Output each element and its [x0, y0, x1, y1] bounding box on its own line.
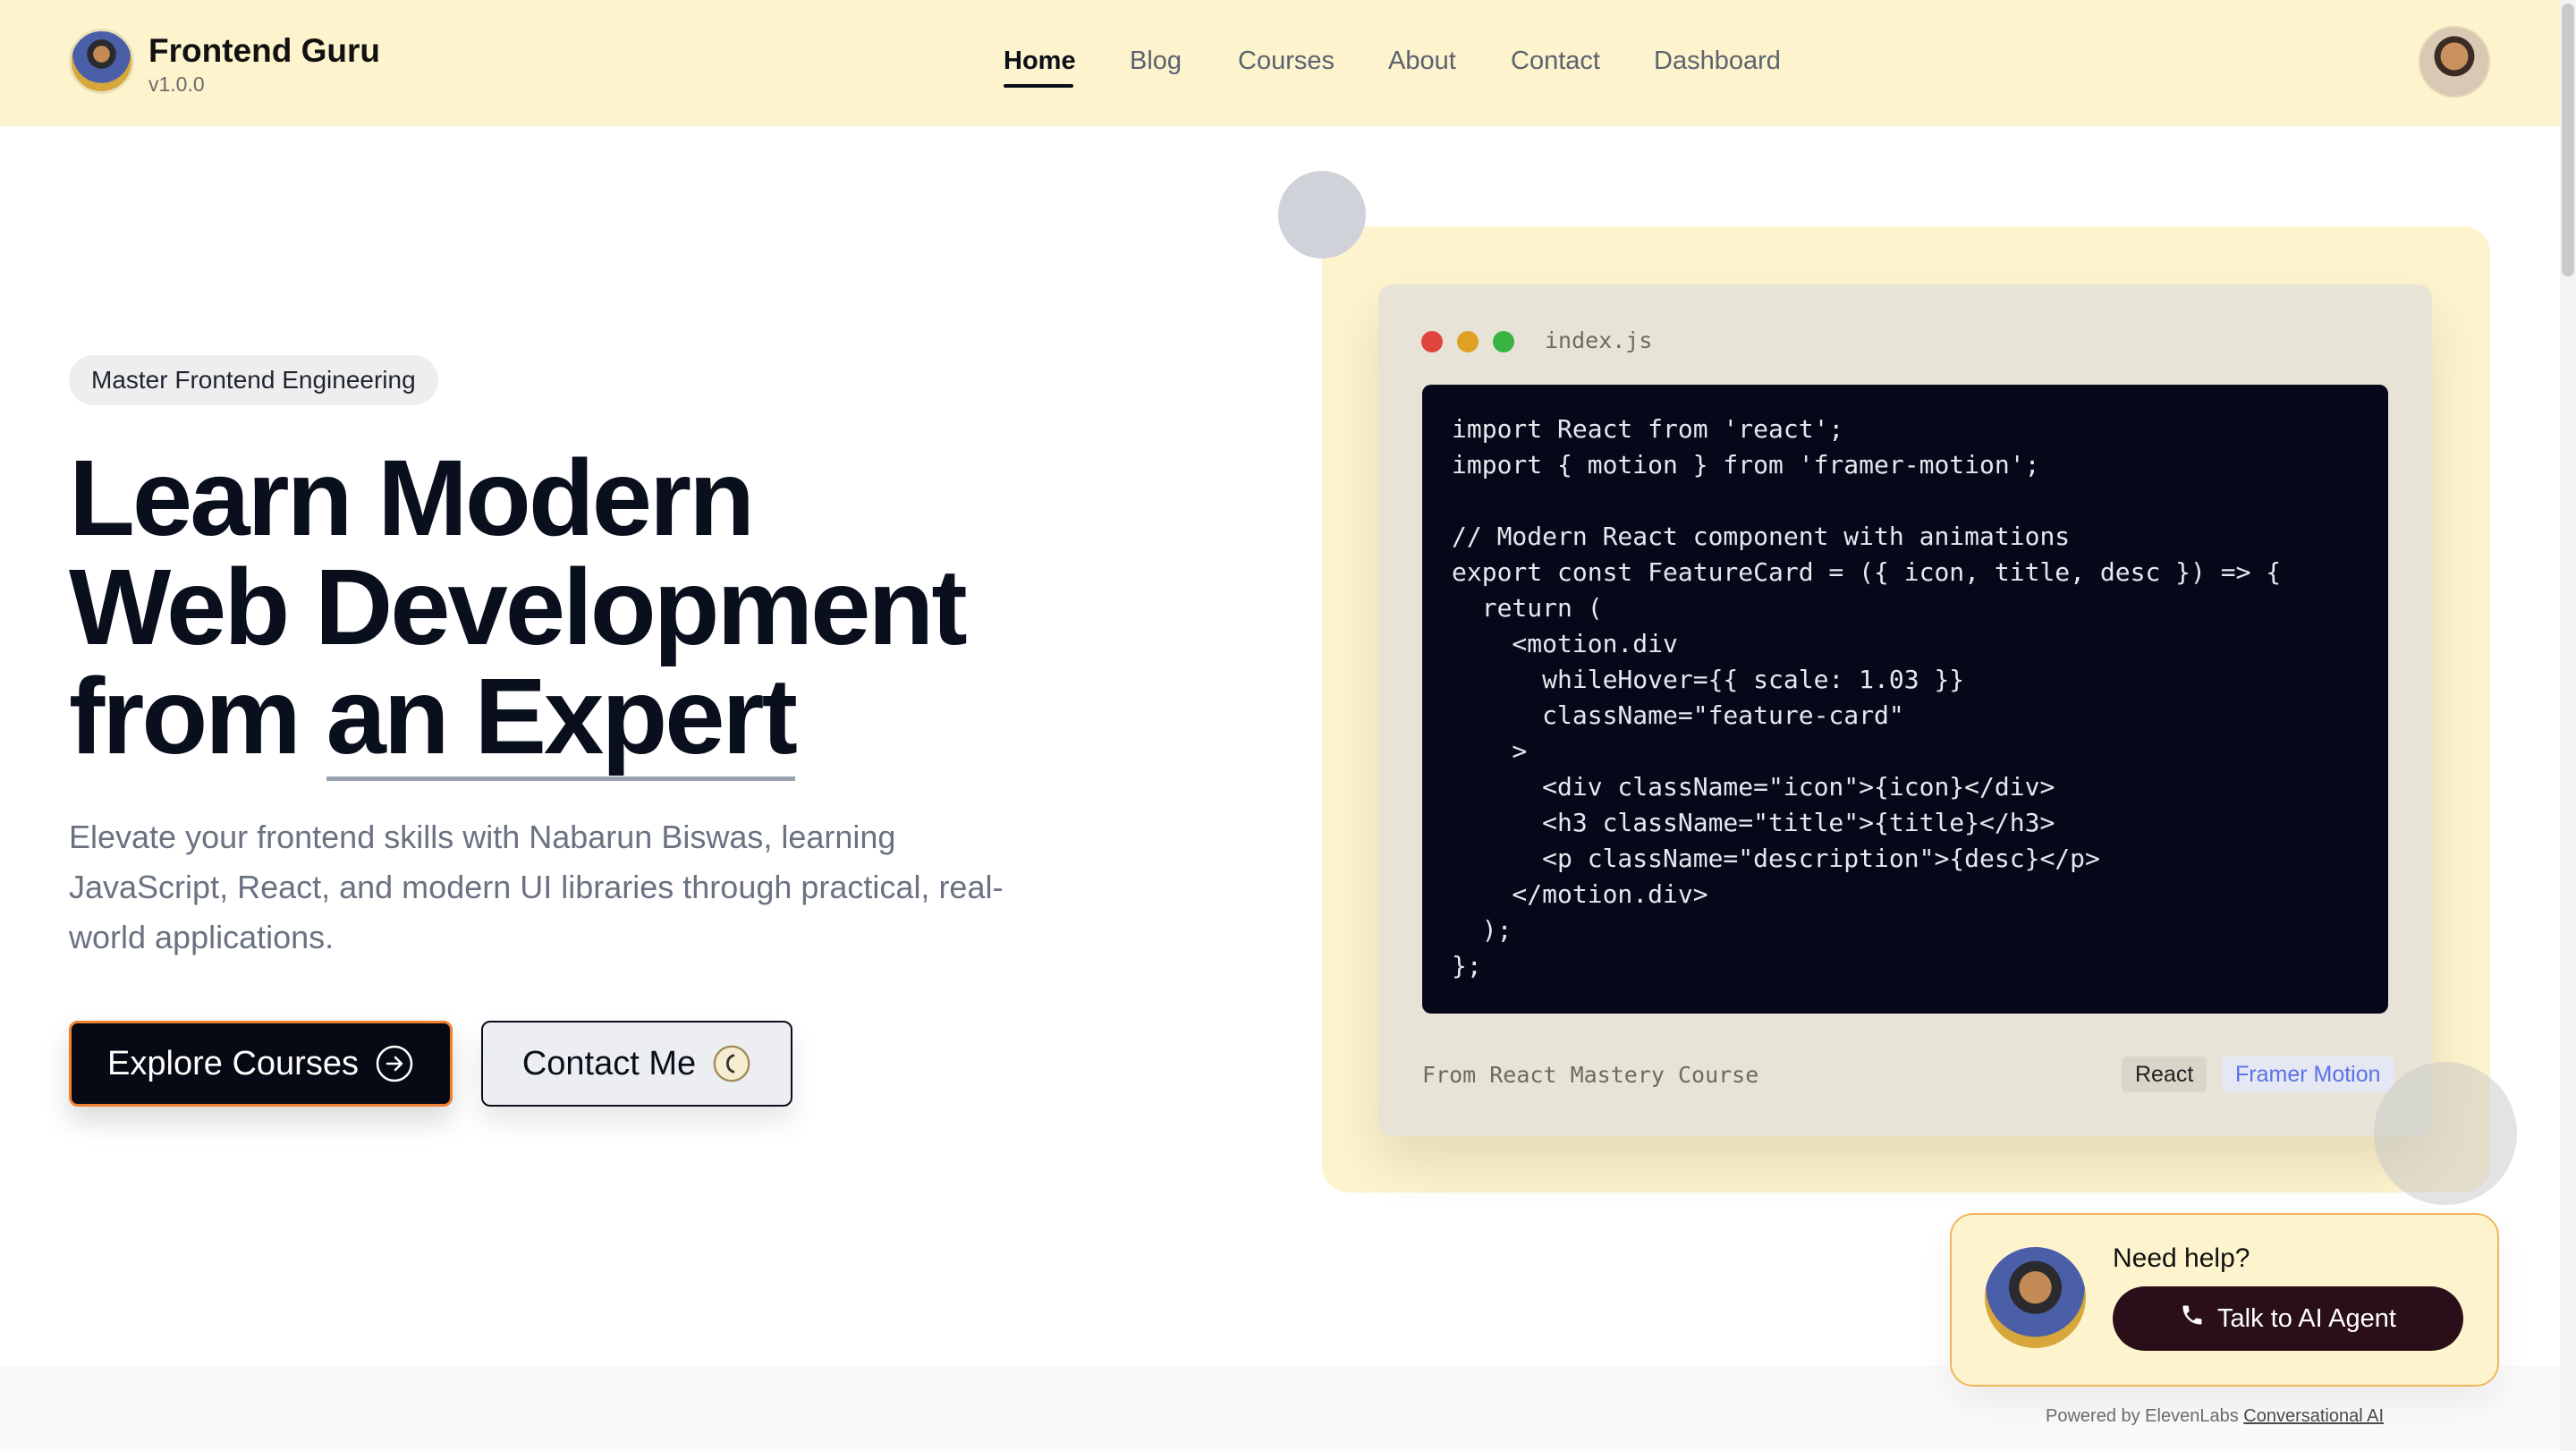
tag-framer-motion: Framer Motion: [2222, 1056, 2394, 1092]
headline-highlight: an Expert: [326, 655, 798, 781]
hero-headline: Learn Modern Web Development from an Exp…: [69, 437, 968, 781]
contact-me-button[interactable]: Contact Me: [481, 1021, 792, 1107]
tag-react: React: [2122, 1056, 2207, 1092]
window-minimize-dot-icon: [1457, 331, 1479, 352]
brand-version: v1.0.0: [148, 72, 205, 96]
window-close-dot-icon: [1421, 331, 1443, 352]
nav-active-indicator: [1004, 84, 1073, 88]
window-maximize-dot-icon: [1493, 331, 1514, 352]
phone-icon: [2180, 1303, 2205, 1335]
explore-courses-button[interactable]: Explore Courses: [69, 1021, 453, 1107]
help-title: Need help?: [2113, 1243, 2250, 1273]
nav-item-home[interactable]: Home: [1004, 47, 1076, 76]
nav-item-blog[interactable]: Blog: [1130, 47, 1182, 76]
explore-courses-label: Explore Courses: [107, 1044, 359, 1082]
headline-line-2: Web Development: [69, 546, 968, 667]
nav-item-about[interactable]: About: [1388, 47, 1456, 76]
contact-me-label: Contact Me: [521, 1044, 697, 1082]
hero-badge: Master Frontend Engineering: [69, 355, 438, 405]
headline-line-3: from an Expert: [69, 655, 965, 781]
nav-item-courses[interactable]: Courses: [1238, 47, 1335, 76]
code-filename: index.js: [1545, 327, 1653, 353]
code-snippet: import React from 'react'; import { moti…: [1452, 414, 2282, 980]
powered-by-prefix: Powered by ElevenLabs: [2046, 1406, 2244, 1426]
headline-line-3-start: from: [69, 655, 326, 776]
powered-by-text: Powered by ElevenLabs Conversational AI: [2046, 1406, 2384, 1427]
decorative-circle: [1278, 171, 1366, 259]
agent-avatar: [1985, 1247, 2086, 1348]
hero-subtitle: Elevate your frontend skills with Nabaru…: [69, 819, 1004, 955]
decorative-circle-2: [2374, 1062, 2517, 1205]
brand-name[interactable]: Frontend Guru: [148, 32, 380, 70]
phone-circle-icon: [712, 1044, 751, 1083]
conversational-ai-link[interactable]: Conversational AI: [2243, 1406, 2384, 1426]
talk-to-ai-agent-label: Talk to AI Agent: [2217, 1303, 2396, 1333]
talk-to-ai-agent-button[interactable]: Talk to AI Agent: [2113, 1286, 2463, 1351]
user-avatar[interactable]: [2419, 26, 2490, 98]
code-source-label: From React Mastery Course: [1422, 1062, 1759, 1088]
nav-item-dashboard[interactable]: Dashboard: [1654, 47, 1781, 76]
nav-item-contact[interactable]: Contact: [1511, 47, 1600, 76]
arrow-right-circle-icon: [375, 1044, 414, 1083]
headline-line-1: Learn Modern: [69, 437, 755, 558]
brand-avatar[interactable]: [69, 29, 134, 94]
scrollbar-thumb[interactable]: [2562, 4, 2574, 276]
